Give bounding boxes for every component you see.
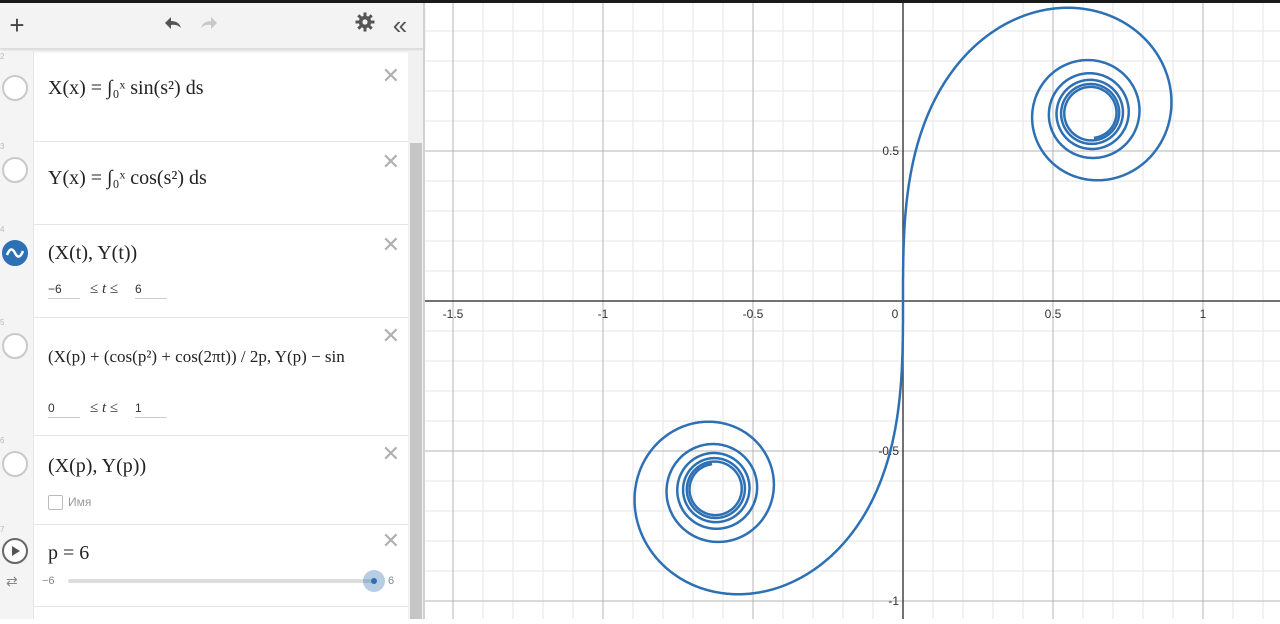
expression-latex: p = 6 [48,542,90,564]
expression-math[interactable]: (X(p) + (cos(p²) + cos(2πt)) / 2p, Y(p) … [48,347,370,367]
redo-icon[interactable] [196,11,222,39]
visibility-toggle-icon[interactable] [2,157,28,183]
play-icon[interactable] [2,538,28,564]
expression-item[interactable]: 5 (X(p) + (cos(p²) + cos(2πt)) / 2p, Y(p… [0,317,408,436]
visibility-toggle-icon[interactable] [2,75,28,101]
close-icon[interactable]: ✕ [382,443,400,465]
expression-latex: (X(p), Y(p)) [48,455,147,477]
expression-index: 2 [0,52,5,61]
x-tick-label: -0.5 [743,307,764,321]
expression-item[interactable]: 4 (X(t), Y(t)) −6 ≤ t ≤ 6 ✕ [0,224,408,318]
x-tick-label: -1.5 [443,307,464,321]
expression-item[interactable]: 3 Y(x) = ∫₀ˣ cos(s²) ds ✕ [0,141,408,225]
x-tick-label: 0 [892,307,899,321]
expression-gutter: 4 [0,224,34,317]
visibility-toggle-icon[interactable] [2,333,28,359]
axes [425,3,1280,619]
major-grid [425,3,1280,619]
label-checkbox[interactable] [48,495,63,510]
visibility-toggle-icon[interactable] [2,451,28,477]
slider-min-label[interactable]: −6 [42,575,55,587]
x-tick-label: -1 [598,307,609,321]
tick-labels: -1.5 -1 -0.5 0 0.5 10.5-0.5-1 [443,144,1207,608]
slider-handle[interactable] [363,570,385,592]
expression-math[interactable]: p = 6 [48,542,89,565]
expression-latex: (X(t), Y(t)) [48,242,138,264]
expression-gutter: 7 ⇄ [0,524,34,606]
domain-upper-input[interactable]: 6 [135,282,167,299]
expression-latex: (X(p) + (cos(p²) + cos(2πt)) / 2p, Y(p) … [48,347,345,366]
label-checkbox-text: Имя [68,495,92,509]
expression-math[interactable]: (X(p), Y(p)) [48,455,146,478]
expression-gutter: 6 [0,435,34,524]
close-icon[interactable]: ✕ [382,65,400,87]
graph-canvas[interactable]: -1.5 -1 -0.5 0 0.5 10.5-0.5-1 [425,3,1280,619]
expression-index: 7 [0,525,5,534]
gear-icon[interactable] [352,11,378,39]
y-tick-label: 0.5 [882,144,899,158]
domain-upper-input[interactable]: 1 [135,401,167,418]
expression-item[interactable]: 2 X(x) = ∫₀ˣ sin(s²) ds ✕ [0,51,408,142]
close-icon[interactable]: ✕ [382,325,400,347]
plus-icon[interactable]: + [4,11,30,39]
x-tick-label: 0.5 [1045,307,1062,321]
close-icon[interactable]: ✕ [382,530,400,552]
expression-item[interactable]: 7 ⇄ p = 6 −6 6 ✕ [0,524,408,607]
slider-max-label[interactable]: 6 [388,575,394,587]
expression-index: 5 [0,318,5,327]
close-icon[interactable]: ✕ [382,151,400,173]
graph-paper[interactable]: -1.5 -1 -0.5 0 0.5 1 0.5 -0.5 -1 [425,3,1280,619]
expression-gutter [0,606,34,619]
expression-math[interactable]: X(x) = ∫₀ˣ sin(s²) ds [48,77,204,100]
domain-inequality: ≤ t ≤ [90,400,119,416]
domain-variable: t [101,281,107,297]
expression-math[interactable]: Y(x) = ∫₀ˣ cos(s²) ds [48,167,207,190]
expression-gutter: 3 [0,141,34,224]
minor-grid [425,3,1280,619]
expression-gutter: 5 [0,317,34,435]
y-tick-label: -1 [888,594,899,608]
expression-index: 3 [0,142,5,151]
expression-panel: + « 2 X(x) = ∫₀ˣ sin(s²) ds ✕ 3 Y(x) = ∫… [0,3,424,619]
domain-lower-input[interactable]: −6 [48,282,80,299]
expression-math[interactable]: (X(t), Y(t)) [48,242,137,265]
curve-style-icon[interactable] [2,240,28,266]
expression-latex: Y(x) = ∫₀ˣ cos(s²) ds [48,167,207,189]
loop-icon[interactable]: ⇄ [6,573,18,590]
close-icon[interactable]: ✕ [382,234,400,256]
x-tick-label: 1 [1200,307,1207,321]
undo-icon[interactable] [160,11,186,39]
domain-variable: t [101,400,107,416]
slider-track[interactable] [68,579,374,583]
expression-gutter: 2 [0,51,34,141]
expression-toolbar: + « [0,3,424,49]
double-chevron-left-icon[interactable]: « [386,11,414,39]
expression-item[interactable] [0,606,408,619]
expression-index: 4 [0,225,5,234]
expression-latex: X(x) = ∫₀ˣ sin(s²) ds [48,77,204,99]
expression-list: 2 X(x) = ∫₀ˣ sin(s²) ds ✕ 3 Y(x) = ∫₀ˣ c… [0,51,424,619]
domain-inequality: ≤ t ≤ [90,281,119,297]
domain-lower-input[interactable]: 0 [48,401,80,418]
expression-index: 6 [0,436,5,445]
expression-item[interactable]: 6 (X(p), Y(p)) Имя ✕ [0,435,408,525]
